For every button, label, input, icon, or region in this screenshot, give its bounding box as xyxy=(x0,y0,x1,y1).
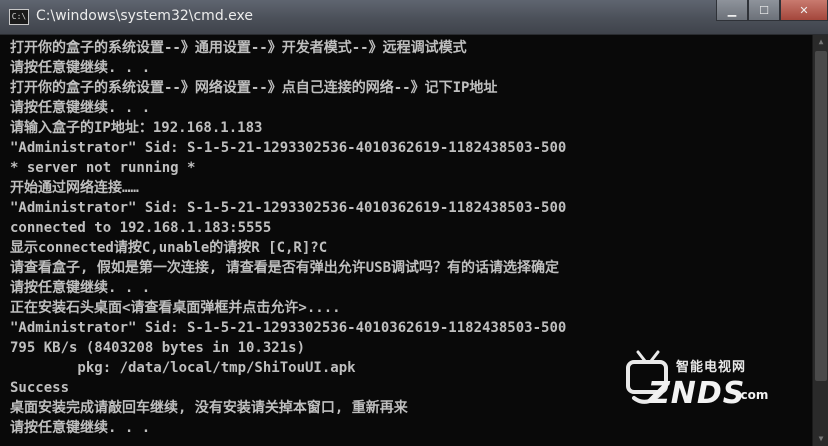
console-line: Success xyxy=(10,380,70,396)
console-line: 请按任意键继续. . . xyxy=(10,100,151,116)
watermark-domain: .com xyxy=(736,388,769,402)
console-line: * server not running * xyxy=(10,160,196,176)
console-line: connected to 192.168.1.183:5555 xyxy=(10,220,272,236)
window-controls: ▁ ☐ ✕ xyxy=(716,0,828,22)
znds-watermark: 智能电视网 ZNDS .com xyxy=(624,348,794,418)
console-line: "Administrator" Sid: S-1-5-21-1293302536… xyxy=(10,140,567,156)
title-bar[interactable]: C:\ C:\windows\system32\cmd.exe ▁ ☐ ✕ xyxy=(0,0,828,35)
console-line: 打开你的盒子的系统设置--》网络设置--》点自己连接的网络--》记下IP地址 xyxy=(10,80,498,96)
console-line: 桌面安装完成请敲回车继续, 没有安装请关掉本窗口, 重新再来 xyxy=(10,400,408,416)
minimize-button[interactable]: ▁ xyxy=(716,0,748,21)
cmd-app-icon[interactable]: C:\ xyxy=(9,9,29,25)
console-line: 请按任意键继续. . . xyxy=(10,420,151,436)
console-line: 正在安装石头桌面<请查看桌面弹框并点击允许>.... xyxy=(10,300,341,316)
console-line: 请输入盒子的IP地址：192.168.1.183 xyxy=(10,120,263,136)
close-button[interactable]: ✕ xyxy=(780,0,828,21)
vertical-scrollbar[interactable]: ▲ ▼ xyxy=(812,35,828,446)
scrollbar-thumb[interactable] xyxy=(815,51,827,381)
scroll-up-arrow-icon[interactable]: ▲ xyxy=(813,35,828,49)
window-title: C:\windows\system32\cmd.exe xyxy=(36,8,253,24)
console-line: "Administrator" Sid: S-1-5-21-1293302536… xyxy=(10,200,567,216)
console-line: 795 KB/s (8403208 bytes in 10.321s) xyxy=(10,340,306,356)
console-line: 显示connected请按C,unable的请按R [C,R]?C xyxy=(10,240,328,256)
console-line: 请按任意键继续. . . xyxy=(10,60,151,76)
console-line: 请按任意键继续. . . xyxy=(10,280,151,296)
console-line: 开始通过网络连接…… xyxy=(10,180,139,196)
console-line: pkg: /data/local/tmp/ShiTouUI.apk xyxy=(10,360,356,376)
scroll-down-arrow-icon[interactable]: ▼ xyxy=(813,432,828,446)
watermark-brand: ZNDS xyxy=(648,376,746,411)
watermark-cn-text: 智能电视网 xyxy=(676,360,747,375)
console-line: "Administrator" Sid: S-1-5-21-1293302536… xyxy=(10,320,567,336)
console-line: 打开你的盒子的系统设置--》通用设置--》开发者模式--》远程调试模式 xyxy=(10,40,467,56)
maximize-button[interactable]: ☐ xyxy=(748,0,780,21)
console-line: 请查看盒子, 假如是第一次连接, 请查看是否有弹出允许USB调试吗？有的话请选择… xyxy=(10,260,559,276)
